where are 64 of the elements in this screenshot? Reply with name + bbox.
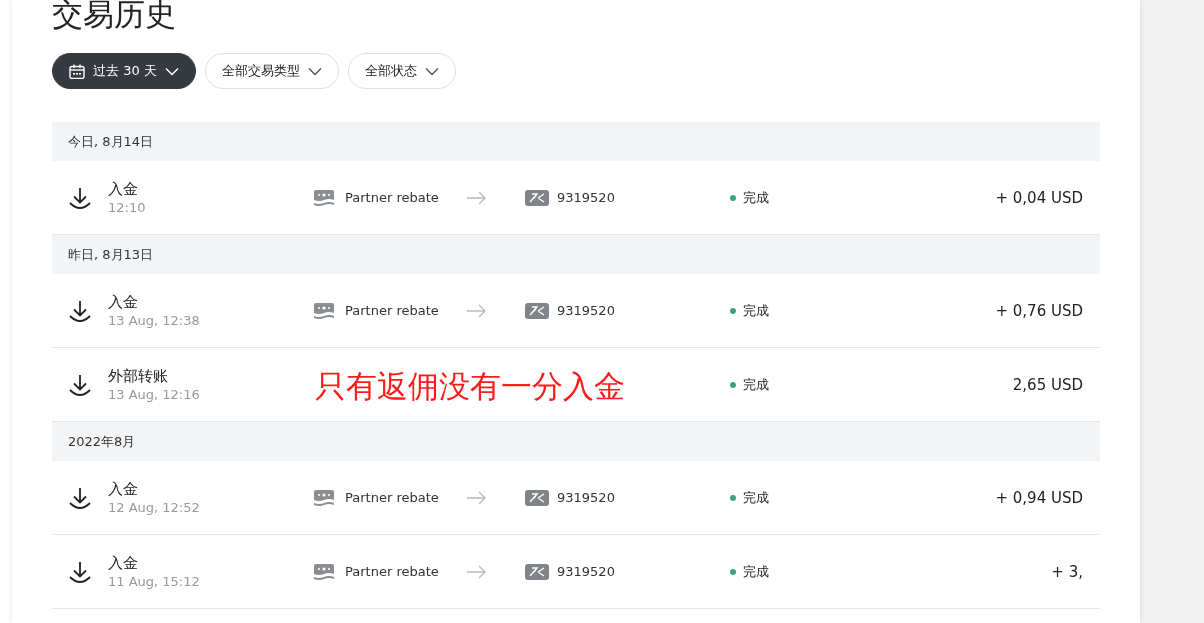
download-icon xyxy=(68,185,92,210)
account-number: 9319520 xyxy=(557,564,615,579)
transaction-type: 入金 xyxy=(108,552,138,573)
download-icon xyxy=(68,298,92,323)
transaction-type: 入金 xyxy=(108,478,138,499)
status-dot xyxy=(730,194,736,201)
account-icon xyxy=(525,489,549,506)
status-text: 完成 xyxy=(743,301,769,320)
arrow-icon xyxy=(466,302,486,319)
date-header: 昨日, 8月13日 xyxy=(52,235,1100,274)
amount: 2,65 USD xyxy=(1012,375,1083,394)
source-name: Partner rebate xyxy=(345,564,439,579)
amount: + 0,76 USD xyxy=(995,301,1083,320)
status-dot xyxy=(730,494,736,501)
chevron-icon xyxy=(424,66,439,76)
account-number: 9319520 xyxy=(557,190,615,205)
transaction-time: 12:10 xyxy=(108,198,146,217)
money-icon xyxy=(314,563,334,580)
annotation-text: 只有返佣没有一分入金 xyxy=(315,367,625,406)
status-dot xyxy=(730,381,736,388)
filter-dropdown[interactable]: 全部状态 xyxy=(347,53,456,89)
source-name: Partner rebate xyxy=(345,190,439,205)
download-icon xyxy=(68,559,92,584)
filter-dropdown[interactable]: 全部交易类型 xyxy=(204,53,339,89)
account-icon xyxy=(525,563,549,580)
amount: + 3, xyxy=(1051,562,1083,581)
transaction-type: 入金 xyxy=(108,291,138,312)
status-text: 完成 xyxy=(743,375,769,394)
date-header: 2022年8月 xyxy=(52,422,1100,461)
transaction-time: 11 Aug, 15:12 xyxy=(108,572,200,591)
calendar-icon xyxy=(69,63,85,79)
arrow-icon xyxy=(466,563,486,580)
account-icon xyxy=(525,189,549,206)
amount: + 0,94 USD xyxy=(995,488,1083,507)
money-icon xyxy=(314,489,334,506)
account-number: 9319520 xyxy=(557,490,615,505)
arrow-icon xyxy=(466,489,486,506)
transaction-row[interactable]: 入金 12 Aug, 12:52 Partner rebate 9319520 完成 + 0,94 USD xyxy=(52,461,1100,535)
status-dot xyxy=(730,568,736,575)
arrow-icon xyxy=(466,189,486,206)
amount: + 0,04 USD xyxy=(995,188,1083,207)
source-name: Partner rebate xyxy=(345,490,439,505)
account-icon xyxy=(525,302,549,319)
date-header: 今日, 8月14日 xyxy=(52,122,1100,161)
download-icon xyxy=(68,485,92,510)
transaction-row[interactable]: 入金 13 Aug, 12:38 Partner rebate 9319520 完成 + 0,76 USD xyxy=(52,274,1100,348)
status-text: 完成 xyxy=(743,488,769,507)
transaction-type: 外部转账 xyxy=(108,365,168,386)
source-name: Partner rebate xyxy=(345,303,439,318)
transaction-time: 13 Aug, 12:16 xyxy=(108,385,200,404)
transaction-row[interactable]: 入金 11 Aug, 15:12 Partner rebate 9319520 完成 + 3, xyxy=(52,535,1100,609)
transaction-time: 12 Aug, 12:52 xyxy=(108,498,200,517)
money-icon xyxy=(314,302,334,319)
filter-dropdown[interactable]: 过去 30 天 xyxy=(52,53,196,89)
download-icon xyxy=(68,372,92,397)
chevron-icon xyxy=(164,66,179,76)
chevron-icon xyxy=(307,66,322,76)
status-text: 完成 xyxy=(743,562,769,581)
status-text: 完成 xyxy=(743,188,769,207)
transaction-type: 入金 xyxy=(108,178,138,199)
status-dot xyxy=(730,307,736,314)
transaction-time: 13 Aug, 12:38 xyxy=(108,311,200,330)
account-number: 9319520 xyxy=(557,303,615,318)
money-icon xyxy=(314,189,334,206)
